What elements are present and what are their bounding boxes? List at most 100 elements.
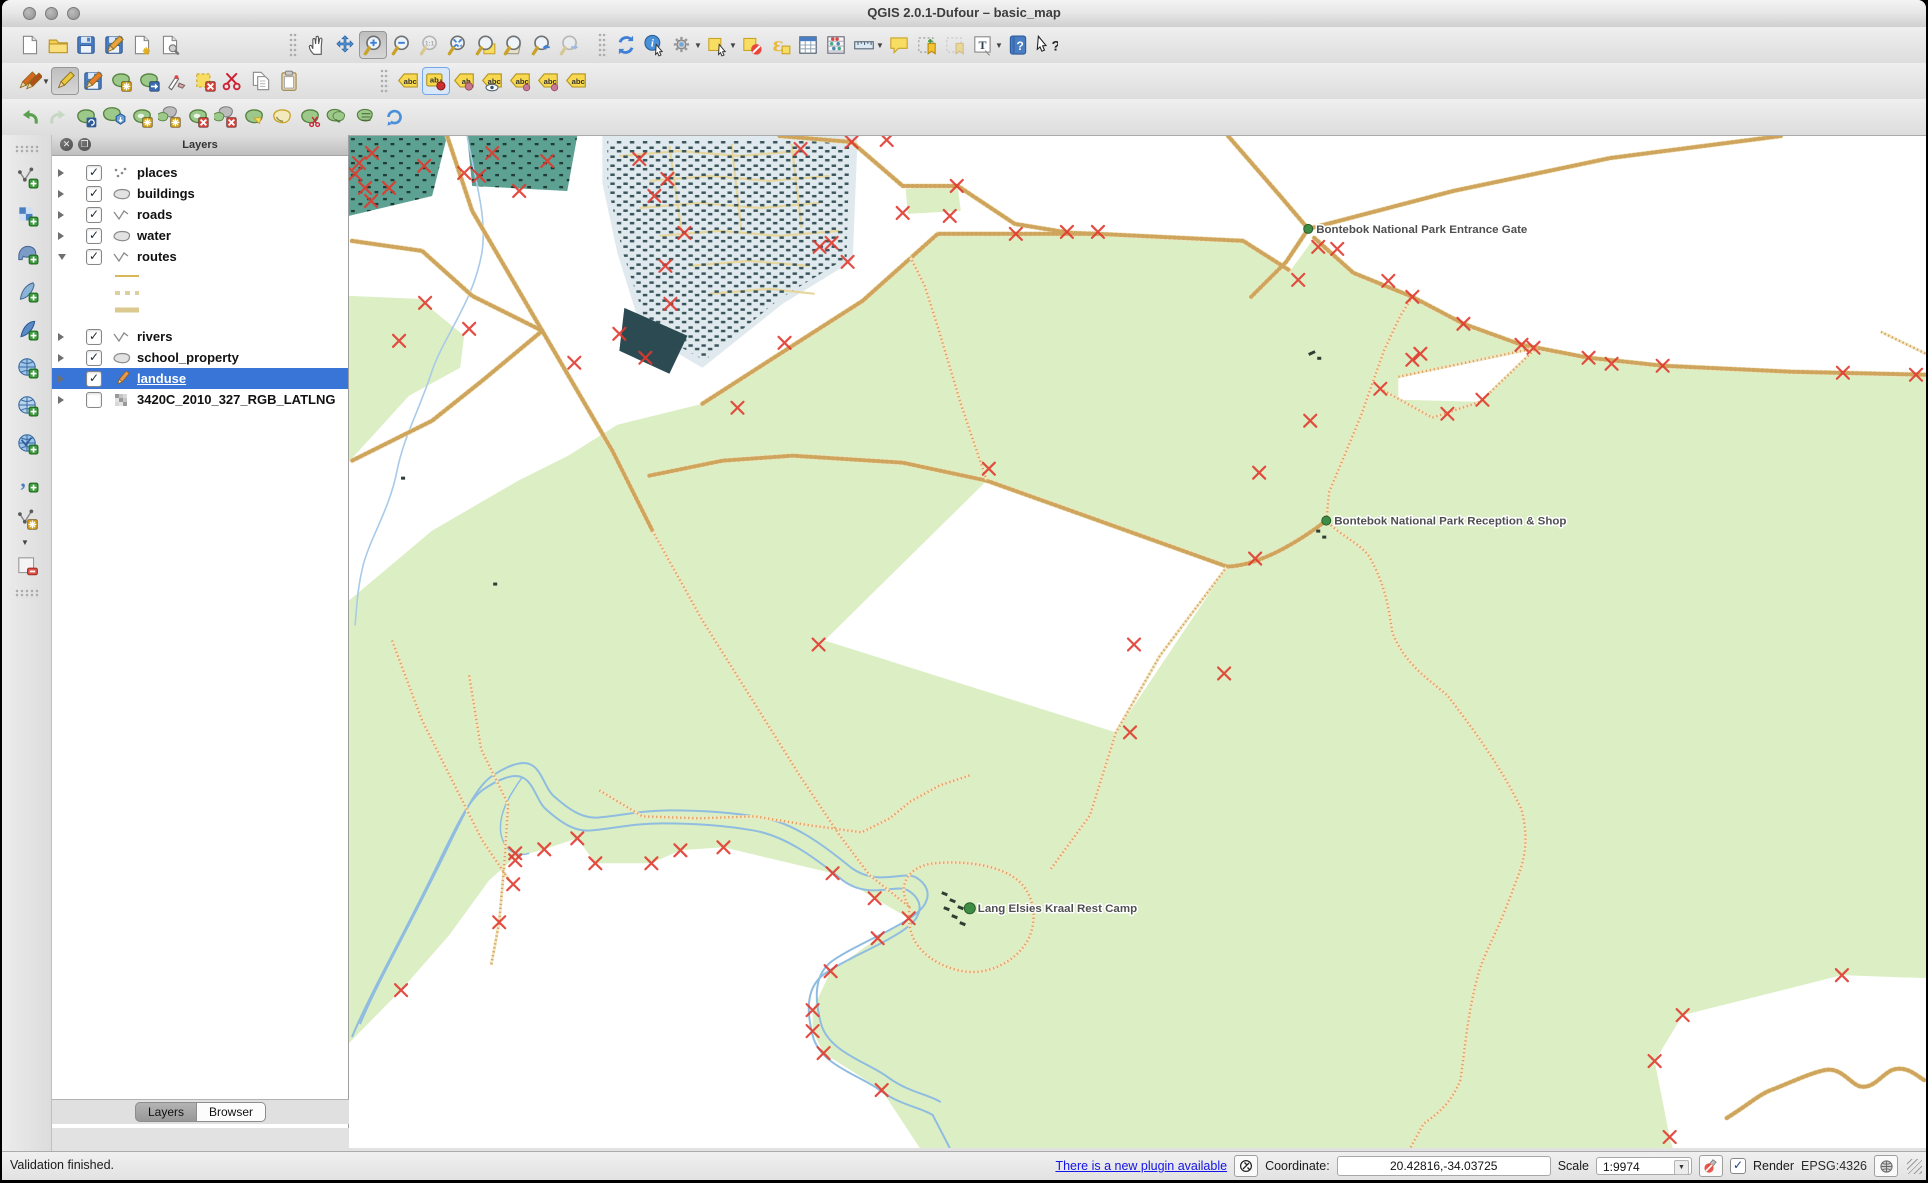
layer-row-rivers[interactable]: ✓ rivers [52,326,348,347]
pan-to-selection-button[interactable] [331,31,359,59]
change-label-button[interactable]: abc [562,67,590,95]
save-project-as-button[interactable] [100,31,128,59]
new-project-button[interactable] [16,31,44,59]
offset-curve-button[interactable] [268,103,296,131]
measure-button-dropdown-icon[interactable]: ▼ [876,41,885,50]
expand-arrow-icon[interactable] [58,353,72,362]
map-canvas[interactable]: Bontebok National Park Entrance Gate Bont… [349,135,1926,1148]
zoom-next-button[interactable] [555,31,583,59]
move-label-button[interactable]: abc [506,67,534,95]
save-project-button[interactable] [72,31,100,59]
merge-attributes-button[interactable] [352,103,380,131]
new-composer-button[interactable] [128,31,156,59]
delete-selected-button[interactable] [191,67,219,95]
measure-button[interactable] [850,31,878,59]
refresh-map-button[interactable] [612,31,640,59]
layer-labeling-button[interactable]: abc [394,67,422,95]
help-button[interactable]: ? [1004,31,1032,59]
map-tips-button[interactable] [885,31,913,59]
layer-style-row-dashed[interactable] [52,284,348,301]
composer-manager-button[interactable] [156,31,184,59]
expand-arrow-icon[interactable] [58,189,72,198]
layer-row-school_property[interactable]: ✓ school_property [52,347,348,368]
layer-style-row-solid[interactable] [52,267,348,284]
layer-labeling-options-button[interactable]: ab [422,67,450,95]
layer-row-places[interactable]: ✓ places [52,162,348,183]
tab-browser[interactable]: Browser [197,1102,267,1122]
rotate-point-symbols-button[interactable] [380,103,408,131]
pin-unpin-labels-button[interactable]: ab [450,67,478,95]
layer-visibility-checkbox[interactable]: ✓ [86,349,102,366]
layer-row-3420C_2010_327_RGB_LATLNG[interactable]: 3420C_2010_327_RGB_LATLNG [52,389,348,410]
layer-visibility-checkbox[interactable]: ✓ [86,328,102,345]
expand-arrow-icon[interactable] [58,210,72,219]
add-postgis-layer-button[interactable] [13,239,41,267]
zoom-out-button[interactable] [387,31,415,59]
split-features-button[interactable] [296,103,324,131]
whats-this-button[interactable]: ? [1032,31,1060,59]
add-vector-layer-button[interactable] [13,163,41,191]
expand-arrow-icon[interactable] [58,395,72,404]
add-raster-layer-button[interactable] [13,201,41,229]
layer-row-landuse[interactable]: ✓ landuse [52,368,348,389]
add-wcs-layer-button[interactable] [13,391,41,419]
add-part-button[interactable] [156,103,184,131]
field-calculator-button[interactable] [822,31,850,59]
paste-features-button[interactable] [275,67,303,95]
deselect-features-button[interactable] [738,31,766,59]
run-feature-action-button[interactable] [668,31,696,59]
zoom-to-selection-button[interactable] [471,31,499,59]
stop-rendering-icon[interactable] [1698,1155,1723,1177]
zoom-native-button[interactable]: 1:1 [415,31,443,59]
add-feature-button[interactable] [107,67,135,95]
scale-combo[interactable]: 1:9974 ▼ [1595,1157,1692,1175]
rotate-label-button[interactable]: abc [534,67,562,95]
new-bookmark-button[interactable] [913,31,941,59]
redo-button[interactable] [44,103,72,131]
highlight-pinned-labels-button[interactable]: abc [478,67,506,95]
undo-button[interactable] [16,103,44,131]
layer-style-row-thick[interactable] [52,301,348,318]
text-annotation-button-dropdown-icon[interactable]: ▼ [995,41,1004,50]
combo-arrow-icon[interactable]: ▼ [1673,1160,1689,1175]
text-annotation-button[interactable]: T [969,31,997,59]
cut-features-button[interactable] [219,67,247,95]
zoom-in-button[interactable] [359,31,387,59]
layer-visibility-checkbox[interactable]: ✓ [86,370,102,387]
add-mssql-layer-button[interactable] [13,315,41,343]
toggle-editing-button[interactable] [51,67,79,95]
expand-arrow-icon[interactable] [58,253,72,260]
title-bar[interactable]: QGIS 2.0.1-Dufour – basic_map [2,0,1926,28]
new-shapefile-layer-button[interactable] [13,505,41,533]
add-wfs-layer-button[interactable] [13,429,41,457]
expand-arrow-icon[interactable] [58,374,72,383]
delete-ring-button[interactable] [184,103,212,131]
zoom-full-button[interactable] [443,31,471,59]
current-edits-button-dropdown-icon[interactable]: ▼ [42,77,51,86]
merge-features-button[interactable] [324,103,352,131]
select-by-expression-button[interactable]: ε [766,31,794,59]
render-checkbox[interactable]: ✓ [1729,1158,1746,1174]
expand-arrow-icon[interactable] [58,231,72,240]
show-bookmarks-button[interactable] [941,31,969,59]
plugin-icon[interactable] [1234,1155,1259,1177]
select-features-button[interactable] [703,31,731,59]
run-feature-action-button-dropdown-icon[interactable]: ▼ [694,41,703,50]
simplify-feature-button[interactable] [100,103,128,131]
save-layer-edits-button[interactable] [79,67,107,95]
tab-layers[interactable]: Layers [134,1102,197,1122]
new-shapefile-layer-button-dropdown-icon[interactable]: ▼ [21,538,30,547]
identify-features-button[interactable]: i [640,31,668,59]
delete-part-button[interactable] [212,103,240,131]
layer-visibility-checkbox[interactable]: ✓ [86,227,102,244]
reshape-features-button[interactable] [240,103,268,131]
coordinate-input[interactable]: 20.42816,-34.03725 [1336,1156,1551,1176]
crs-globe-icon[interactable] [1874,1155,1898,1177]
plugin-available-link[interactable]: There is a new plugin available [1055,1159,1227,1173]
layer-row-water[interactable]: ✓ water [52,225,348,246]
layer-visibility-checkbox[interactable]: ✓ [86,206,102,223]
add-wms-layer-button[interactable] [13,353,41,381]
move-feature-button[interactable] [135,67,163,95]
add-delimited-text-layer-button[interactable]: , [13,467,41,495]
add-ring-button[interactable] [128,103,156,131]
